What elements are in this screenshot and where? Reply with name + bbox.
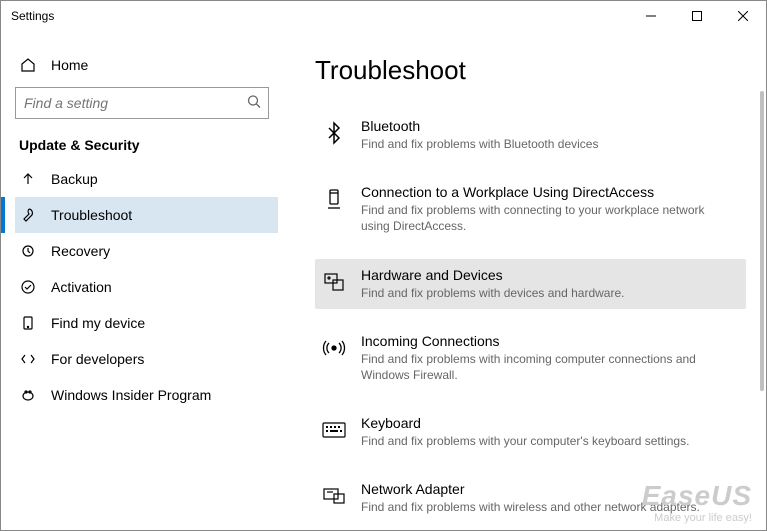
troubleshoot-item-desc: Find and fix problems with incoming comp… bbox=[361, 351, 736, 383]
network-adapter-icon bbox=[321, 483, 347, 509]
sidebar: Home Update & Security Backup bbox=[1, 31, 285, 530]
troubleshoot-item-label: Hardware and Devices bbox=[361, 267, 624, 283]
sidebar-item-insider[interactable]: Windows Insider Program bbox=[15, 377, 278, 413]
troubleshoot-item-keyboard[interactable]: Keyboard Find and fix problems with your… bbox=[315, 407, 746, 457]
troubleshoot-icon bbox=[19, 207, 37, 223]
sidebar-item-label: Activation bbox=[51, 279, 112, 295]
search-input[interactable] bbox=[15, 87, 269, 119]
sidebar-home-label: Home bbox=[51, 57, 88, 73]
close-button[interactable] bbox=[720, 1, 766, 31]
backup-icon bbox=[19, 171, 37, 187]
sidebar-item-label: Backup bbox=[51, 171, 98, 187]
maximize-button[interactable] bbox=[674, 1, 720, 31]
main-content: Troubleshoot Bluetooth Find and fix prob… bbox=[285, 31, 766, 530]
troubleshoot-item-desc: Find and fix problems with your computer… bbox=[361, 433, 689, 449]
troubleshoot-item-bluetooth[interactable]: Bluetooth Find and fix problems with Blu… bbox=[315, 110, 746, 160]
sidebar-item-label: Windows Insider Program bbox=[51, 387, 211, 403]
sidebar-item-label: Troubleshoot bbox=[51, 207, 132, 223]
sidebar-item-backup[interactable]: Backup bbox=[15, 161, 278, 197]
recovery-icon bbox=[19, 243, 37, 259]
troubleshoot-item-label: Connection to a Workplace Using DirectAc… bbox=[361, 184, 736, 200]
sidebar-item-recovery[interactable]: Recovery bbox=[15, 233, 278, 269]
keyboard-icon bbox=[321, 417, 347, 443]
sidebar-section-title: Update & Security bbox=[15, 137, 278, 161]
search-icon bbox=[247, 95, 261, 112]
sidebar-nav: Backup Troubleshoot Recovery bbox=[15, 161, 278, 413]
sidebar-item-find-my-device[interactable]: Find my device bbox=[15, 305, 278, 341]
troubleshoot-item-label: Incoming Connections bbox=[361, 333, 736, 349]
troubleshoot-item-directaccess[interactable]: Connection to a Workplace Using DirectAc… bbox=[315, 176, 746, 242]
troubleshoot-item-incoming[interactable]: Incoming Connections Find and fix proble… bbox=[315, 325, 746, 391]
troubleshoot-item-desc: Find and fix problems with wireless and … bbox=[361, 499, 700, 515]
minimize-button[interactable] bbox=[628, 1, 674, 31]
sidebar-item-troubleshoot[interactable]: Troubleshoot bbox=[15, 197, 278, 233]
activation-icon bbox=[19, 279, 37, 295]
troubleshoot-item-hardware[interactable]: Hardware and Devices Find and fix proble… bbox=[315, 259, 746, 309]
page-title: Troubleshoot bbox=[315, 55, 746, 86]
troubleshoot-item-label: Network Adapter bbox=[361, 481, 700, 497]
developers-icon bbox=[19, 351, 37, 367]
troubleshoot-list: Bluetooth Find and fix problems with Blu… bbox=[315, 110, 746, 530]
sidebar-item-label: Find my device bbox=[51, 315, 145, 331]
insider-icon bbox=[19, 387, 37, 403]
sidebar-item-label: For developers bbox=[51, 351, 144, 367]
window-controls bbox=[628, 1, 766, 31]
directaccess-icon bbox=[321, 186, 347, 212]
troubleshoot-item-network-adapter[interactable]: Network Adapter Find and fix problems wi… bbox=[315, 473, 746, 523]
sidebar-item-for-developers[interactable]: For developers bbox=[15, 341, 278, 377]
sidebar-item-activation[interactable]: Activation bbox=[15, 269, 278, 305]
troubleshoot-item-desc: Find and fix problems with connecting to… bbox=[361, 202, 736, 234]
settings-window: Settings Home bbox=[0, 0, 767, 531]
bluetooth-icon bbox=[321, 120, 347, 146]
troubleshoot-item-label: Keyboard bbox=[361, 415, 689, 431]
home-icon bbox=[19, 57, 37, 73]
sidebar-home[interactable]: Home bbox=[15, 49, 278, 87]
search-wrap bbox=[15, 87, 269, 119]
scrollbar-thumb[interactable] bbox=[760, 91, 764, 391]
find-device-icon bbox=[19, 315, 37, 331]
troubleshoot-item-desc: Find and fix problems with Bluetooth dev… bbox=[361, 136, 598, 152]
titlebar: Settings bbox=[1, 1, 766, 31]
troubleshoot-item-label: Bluetooth bbox=[361, 118, 598, 134]
sidebar-item-label: Recovery bbox=[51, 243, 110, 259]
incoming-icon bbox=[321, 335, 347, 361]
hardware-icon bbox=[321, 269, 347, 295]
troubleshoot-item-desc: Find and fix problems with devices and h… bbox=[361, 285, 624, 301]
window-title: Settings bbox=[11, 9, 54, 23]
